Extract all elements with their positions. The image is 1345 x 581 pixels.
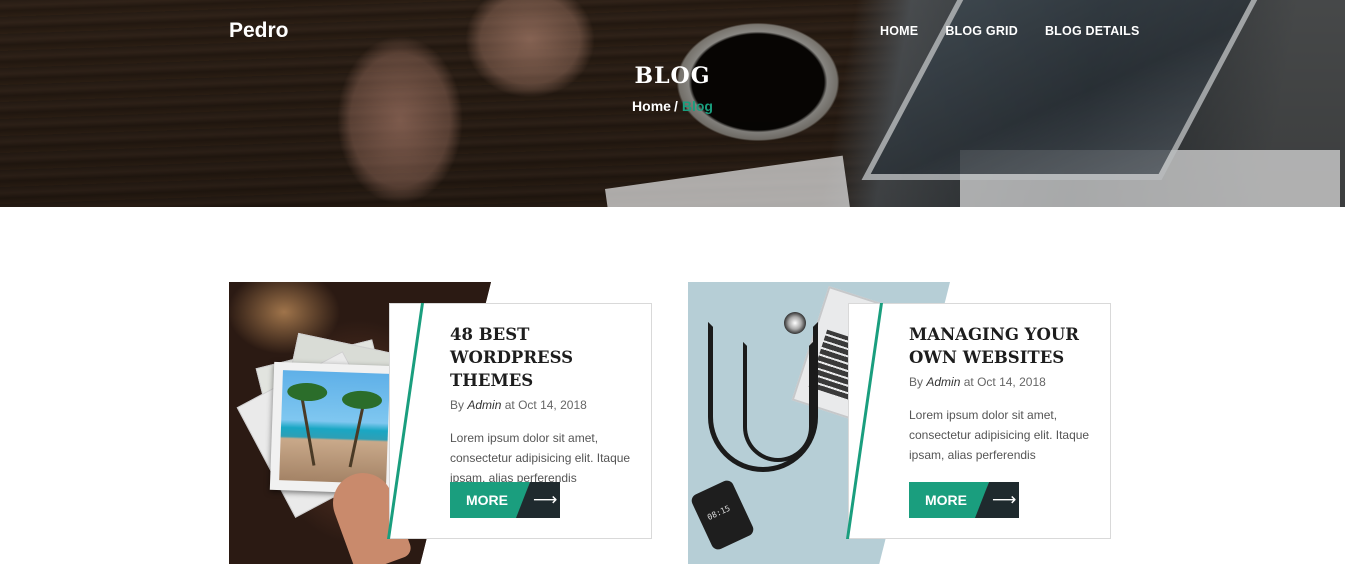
arrow-right-icon: ⟶ bbox=[992, 490, 1017, 509]
post-author[interactable]: Admin bbox=[467, 398, 501, 412]
hero-paper-image bbox=[604, 155, 852, 207]
hero-banner: Pedro HOME BLOG GRID BLOG DETAILS BLOG H… bbox=[0, 0, 1345, 207]
phone-clock: 08:15 bbox=[705, 503, 732, 523]
more-button[interactable]: MORE ⟶ bbox=[909, 482, 1019, 518]
breadcrumb-current: Blog bbox=[681, 98, 713, 114]
blog-card-content: MANAGING YOUR OWN WEBSITES By Admin at O… bbox=[909, 323, 1104, 465]
post-excerpt: Lorem ipsum dolor sit amet, consectetur … bbox=[450, 431, 631, 485]
more-button[interactable]: MORE ⟶ bbox=[450, 482, 560, 518]
breadcrumb-separator: / bbox=[673, 98, 678, 114]
more-button-label: MORE bbox=[466, 492, 508, 508]
arrow-right-icon: ⟶ bbox=[533, 490, 558, 509]
blog-card: 48 BEST WORDPRESS THEMES By Admin at Oct… bbox=[229, 282, 652, 564]
blog-card-content: 48 BEST WORDPRESS THEMES By Admin at Oct… bbox=[450, 323, 645, 488]
breadcrumb-home-link[interactable]: Home bbox=[632, 98, 671, 114]
post-meta-mid: at bbox=[963, 375, 974, 389]
nav-item-blog-details[interactable]: BLOG DETAILS bbox=[1045, 24, 1140, 38]
post-meta-prefix: By bbox=[450, 398, 465, 412]
main-nav: HOME BLOG GRID BLOG DETAILS bbox=[880, 24, 1139, 38]
post-author[interactable]: Admin bbox=[926, 375, 960, 389]
post-meta: By Admin at Oct 14, 2018 bbox=[909, 375, 1104, 389]
brand-logo[interactable]: Pedro bbox=[229, 19, 289, 43]
breadcrumb: Home / Blog bbox=[0, 98, 1345, 114]
nav-item-blog-grid[interactable]: BLOG GRID bbox=[945, 24, 1018, 38]
post-date: Oct 14, 2018 bbox=[518, 398, 587, 412]
post-title[interactable]: 48 BEST WORDPRESS THEMES bbox=[450, 323, 645, 392]
post-meta-prefix: By bbox=[909, 375, 924, 389]
post-excerpt: Lorem ipsum dolor sit amet, consectetur … bbox=[909, 408, 1090, 462]
post-date: Oct 14, 2018 bbox=[977, 375, 1046, 389]
page-title: BLOG bbox=[634, 63, 711, 89]
post-title[interactable]: MANAGING YOUR OWN WEBSITES bbox=[909, 323, 1104, 369]
post-meta-mid: at bbox=[504, 398, 515, 412]
post-meta: By Admin at Oct 14, 2018 bbox=[450, 398, 645, 412]
nav-item-home[interactable]: HOME bbox=[880, 24, 918, 38]
more-button-label: MORE bbox=[925, 492, 967, 508]
blog-card: 08:15 MANAGING YOUR OWN WEBSITES By Admi… bbox=[688, 282, 1111, 564]
